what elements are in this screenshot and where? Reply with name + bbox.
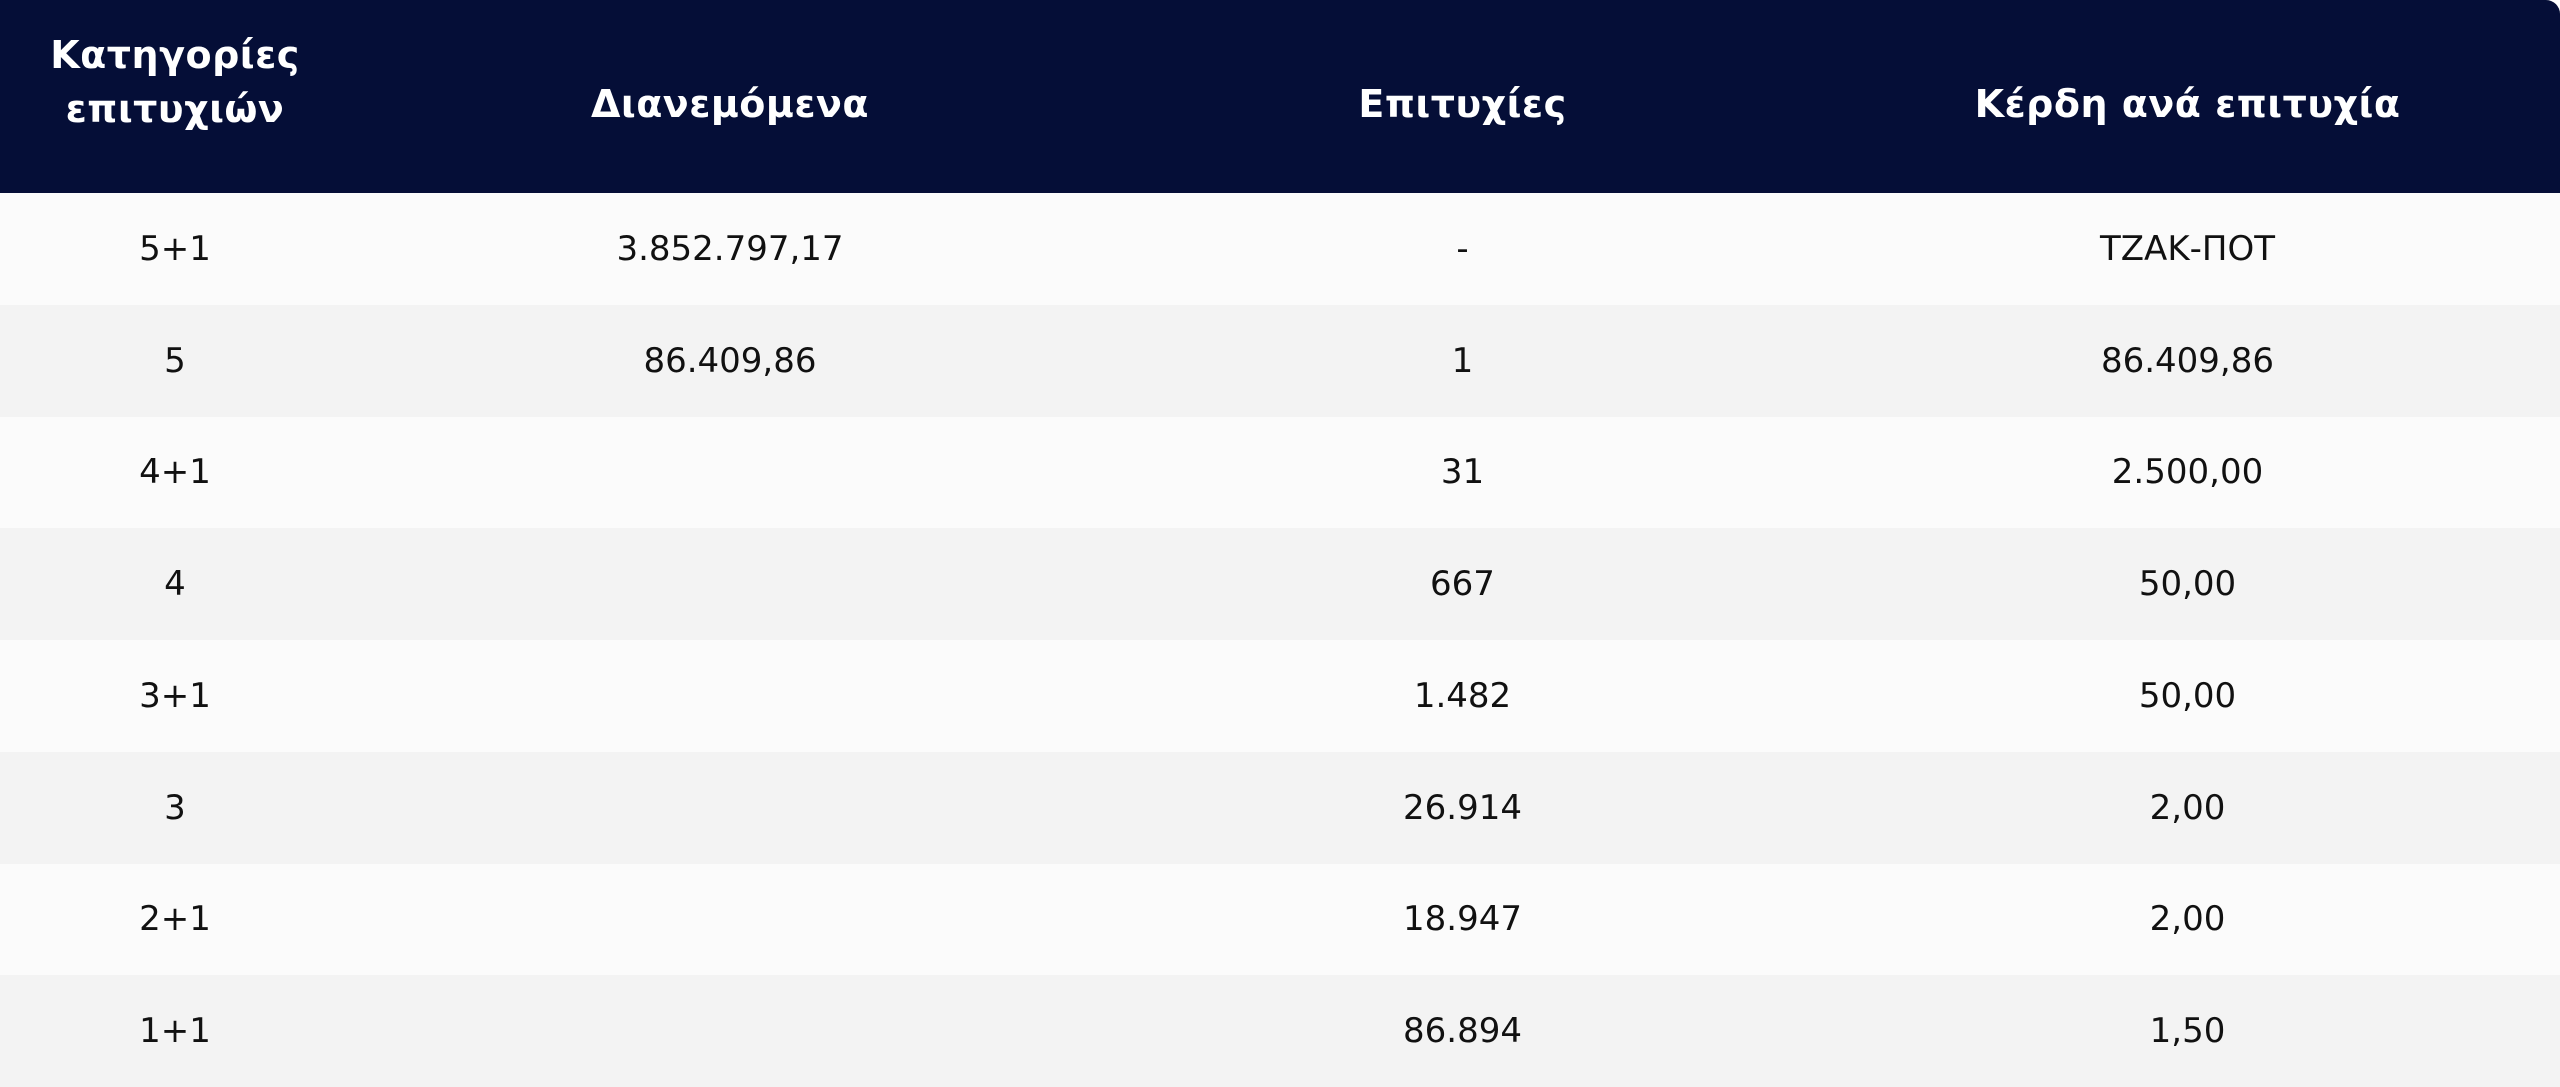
table-row: 4+1 31 2.500,00 [0,416,2560,529]
cell-prize: 50,00 [2138,675,2237,716]
header-prize-per-winner: Κέρδη ανά επιτυχία [1815,0,2560,193]
cell-prize: ΤΖΑΚ-ΠΟΤ [2100,228,2275,269]
cell-category: 5+1 [139,228,211,269]
table-body: 5+1 3.852.797,17 - ΤΖΑΚ-ΠΟΤ 5 86.409,86 … [0,193,2560,1087]
cell-winners: 31 [1440,452,1485,493]
cell-category: 5 [164,340,186,381]
cell-winners: - [1456,228,1469,269]
cell-distributed [350,528,1110,640]
cell-distributed [350,640,1110,752]
cell-category: 3 [164,787,186,828]
header-row: Κατηγορίες επιτυχιών Διανεμόμενα Επιτυχί… [0,0,2560,193]
table-row: 3 26.914 2,00 [0,751,2560,864]
header-distributed: Διανεμόμενα [350,0,1110,193]
cell-distributed: 86.409,86 [643,340,817,381]
table-row: 5 86.409,86 1 86.409,86 [0,304,2560,417]
cell-prize: 2.500,00 [2111,452,2264,493]
prize-table-container: Κατηγορίες επιτυχιών Διανεμόμενα Επιτυχί… [0,0,2560,1087]
cell-category: 4+1 [139,452,211,493]
table-header: Κατηγορίες επιτυχιών Διανεμόμενα Επιτυχί… [0,0,2560,193]
cell-winners: 667 [1430,564,1495,605]
header-category-line1: Κατηγορίες [50,32,300,77]
table-row: 2+1 18.947 2,00 [0,863,2560,976]
table-row: 1+1 86.894 1,50 [0,975,2560,1087]
cell-category: 3+1 [139,675,211,716]
cell-prize: 1,50 [2149,1011,2226,1052]
cell-winners: 18.947 [1403,899,1522,940]
cell-winners: 26.914 [1403,787,1522,828]
cell-distributed [350,975,1110,1087]
cell-winners: 1.482 [1413,675,1512,716]
cell-distributed [350,417,1110,529]
table-row: 4 667 50,00 [0,528,2560,640]
prize-table: Κατηγορίες επιτυχιών Διανεμόμενα Επιτυχί… [0,0,2560,1087]
cell-winners: 86.894 [1403,1011,1522,1052]
header-category: Κατηγορίες επιτυχιών [0,0,350,193]
cell-distributed [350,864,1110,976]
cell-category: 4 [164,564,186,605]
cell-prize: 2,00 [2149,899,2226,940]
table-row: 5+1 3.852.797,17 - ΤΖΑΚ-ΠΟΤ [0,193,2560,305]
cell-prize: 50,00 [2138,564,2237,605]
header-category-line2: επιτυχιών [65,86,285,131]
cell-distributed [350,752,1110,864]
cell-category: 2+1 [139,899,211,940]
cell-distributed: 3.852.797,17 [616,228,844,269]
cell-winners: 1 [1451,340,1474,381]
table-row: 3+1 1.482 50,00 [0,640,2560,752]
header-winners: Επιτυχίες [1110,0,1815,193]
cell-prize: 2,00 [2149,787,2226,828]
cell-category: 1+1 [139,1011,211,1052]
cell-prize: 86.409,86 [2100,340,2275,381]
